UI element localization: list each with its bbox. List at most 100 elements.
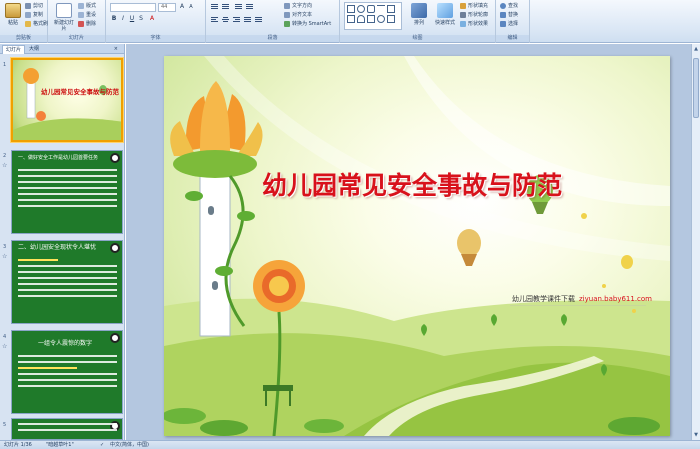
layout-icon — [78, 2, 84, 9]
replace-button[interactable]: 替换 — [500, 11, 518, 19]
font-name-combo[interactable] — [110, 3, 156, 12]
align-text-button[interactable]: 对齐文本 — [284, 11, 312, 19]
align-center-icon[interactable] — [221, 16, 230, 24]
delete-slide-button[interactable]: 删除 — [78, 20, 96, 28]
watermark-text: 幼儿园教学课件下载 — [512, 295, 575, 303]
layout-button[interactable]: 版式 — [78, 2, 96, 10]
thumb-number: 2 — [3, 153, 7, 159]
paragraph-group: 文字方向 对齐文本 转换为 SmartArt 段落 — [206, 0, 340, 43]
format-painter-button[interactable]: 格式刷 — [25, 20, 48, 28]
line-shape-icon[interactable] — [377, 5, 385, 13]
slide-illustration — [164, 56, 670, 436]
scissors-icon — [25, 2, 31, 9]
thumb-number: 5 — [3, 422, 7, 428]
format-painter-icon — [25, 20, 31, 27]
brace-shape-icon[interactable] — [377, 15, 385, 23]
shape-fill-button[interactable]: 形状填充 — [460, 2, 488, 10]
slide-thumbnail-3[interactable]: 二、幼儿园安全现状令人堪忧 — [11, 240, 123, 324]
shape-effects-button[interactable]: 形状效果 — [460, 20, 488, 28]
text-direction-button[interactable]: 文字方向 — [284, 2, 312, 10]
effects-icon — [460, 20, 466, 27]
ribbon: 粘贴 剪切 复制 格式刷 剪贴板 新建幻灯片 版式 重设 删除 幻灯片 44 A… — [0, 0, 700, 43]
theme-name: "暗越草叶1" — [46, 442, 74, 448]
bullets-icon[interactable] — [210, 3, 219, 11]
shape-outline-button[interactable]: 形状轮廓 — [460, 11, 488, 19]
columns-icon[interactable] — [254, 16, 263, 24]
font-group: 44 A A B I U S A 字体 — [106, 0, 206, 43]
slide-counter: 幻灯片 1/36 — [4, 442, 32, 448]
align-left-icon[interactable] — [210, 16, 219, 24]
drawing-group-label: 绘图 — [340, 35, 495, 42]
slide-canvas[interactable]: 幼儿园常见安全事故与防范 幼儿园教学课件下载 ziyuan.baby611.com — [164, 56, 670, 436]
arrow-shape-icon[interactable] — [387, 5, 395, 13]
copy-button[interactable]: 复制 — [25, 11, 43, 19]
star-shape-icon[interactable] — [367, 15, 375, 23]
quick-styles-icon — [437, 3, 453, 18]
tab-slides[interactable]: 幻灯片 — [2, 45, 26, 54]
smartart-icon — [284, 20, 290, 27]
new-slide-button[interactable]: 新建幻灯片 — [52, 3, 76, 33]
decrease-indent-icon[interactable] — [234, 3, 243, 11]
callout-shape-icon[interactable] — [387, 15, 395, 23]
reset-icon — [78, 11, 84, 18]
find-button[interactable]: 查找 — [500, 2, 518, 10]
arrange-button[interactable]: 排列 — [408, 3, 430, 33]
watermark-url: ziyuan.baby611.com — [579, 295, 653, 303]
drawing-group: 排列 快速样式 形状填充 形状轮廓 形状效果 绘图 — [340, 0, 496, 43]
reset-button[interactable]: 重设 — [78, 11, 96, 19]
outline-pen-icon — [460, 11, 466, 18]
slide-thumbnail-4[interactable]: 一组令人震惊的数字 — [11, 330, 123, 414]
close-panel-icon[interactable]: × — [111, 45, 121, 54]
scroll-down-icon[interactable]: ▼ — [693, 432, 699, 438]
slide-workspace: 幼儿园常见安全事故与防范 幼儿园教学课件下载 ziyuan.baby611.com… — [126, 44, 700, 440]
underline-button[interactable]: U — [128, 15, 136, 23]
replace-icon — [500, 11, 506, 18]
watermark: 幼儿园教学课件下载 ziyuan.baby611.com — [512, 294, 652, 304]
spellcheck-icon[interactable]: ✓ — [100, 441, 104, 449]
grow-font-button[interactable]: A — [178, 3, 186, 11]
font-size-combo[interactable]: 44 — [158, 3, 176, 12]
smartart-button[interactable]: 转换为 SmartArt — [284, 20, 331, 28]
scroll-up-icon[interactable]: ▲ — [693, 46, 699, 52]
shadow-button[interactable]: S — [137, 15, 145, 23]
justify-icon[interactable] — [243, 16, 252, 24]
align-right-icon[interactable] — [232, 16, 241, 24]
numbering-icon[interactable] — [221, 3, 230, 11]
slide-thumbnail-5[interactable] — [11, 418, 123, 440]
delete-icon — [78, 20, 84, 27]
align-text-icon — [284, 11, 290, 18]
paste-button[interactable]: 粘贴 — [2, 3, 24, 33]
slide-thumbnail-1[interactable]: 幼儿园常见安全事故与防范 — [11, 58, 123, 142]
select-cursor-icon — [500, 20, 506, 27]
shrink-font-button[interactable]: A — [187, 3, 195, 11]
editing-group: 查找 替换 选择 编辑 — [496, 0, 530, 43]
tab-outline[interactable]: 大纲 — [26, 45, 42, 54]
thumb-heading: 一、做好安全工作是幼儿园首要任务 — [18, 155, 99, 161]
clipboard-group-label: 剪贴板 — [0, 35, 47, 42]
watermark-underline — [510, 305, 646, 306]
bold-button[interactable]: B — [110, 15, 118, 23]
oval-shape-icon[interactable] — [357, 5, 365, 13]
slide-title[interactable]: 幼儿园常见安全事故与防范 — [262, 166, 562, 202]
shapes-gallery[interactable] — [344, 2, 402, 30]
rectangle-shape-icon[interactable] — [347, 5, 355, 13]
thumb-number: 1 — [3, 62, 7, 68]
editing-group-label: 编辑 — [496, 35, 529, 42]
font-color-button[interactable]: A — [148, 15, 156, 23]
rounded-rect-shape-icon[interactable] — [367, 5, 375, 13]
increase-indent-icon[interactable] — [245, 3, 254, 11]
thumb-number: 3 — [3, 244, 7, 250]
italic-button[interactable]: I — [119, 15, 127, 23]
quick-styles-button[interactable]: 快速样式 — [432, 3, 458, 33]
select-button[interactable]: 选择 — [500, 20, 518, 28]
transition-star-icon: ☆ — [2, 343, 8, 350]
arrange-icon — [411, 3, 427, 18]
cut-button[interactable]: 剪切 — [25, 2, 43, 10]
slide-thumbnail-2[interactable]: 一、做好安全工作是幼儿园首要任务 — [11, 150, 123, 234]
curve-shape-icon[interactable] — [357, 15, 365, 23]
language-status[interactable]: 中文(简体，中国) — [110, 441, 149, 449]
triangle-shape-icon[interactable] — [347, 15, 355, 23]
scroll-thumb[interactable] — [693, 58, 699, 118]
find-icon — [500, 2, 506, 9]
vertical-scrollbar[interactable]: ▲ ▼ — [691, 44, 700, 440]
